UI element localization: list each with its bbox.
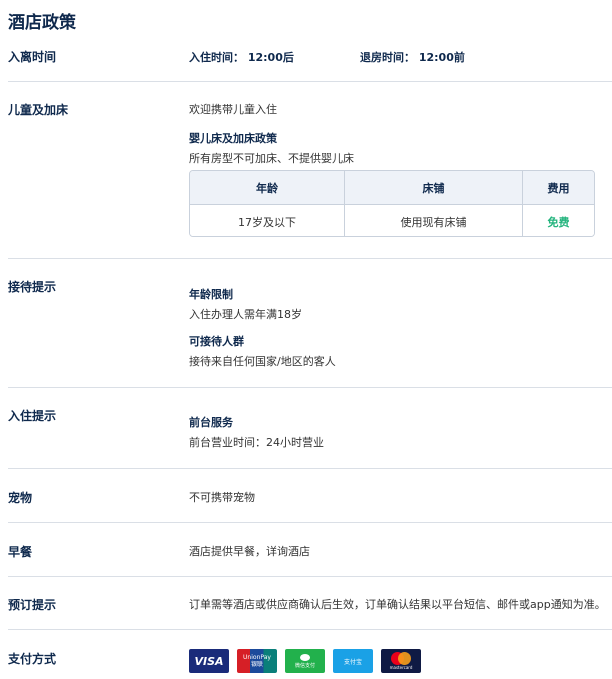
divider (8, 522, 612, 523)
checkin-in-time: 12:00后 (247, 51, 294, 64)
visa-icon: VISA (189, 649, 229, 673)
checkout-time: 12:00前 (418, 51, 465, 64)
divider (8, 387, 612, 388)
front-desk-title: 前台服务 (189, 416, 233, 429)
table-cell-bed: 使用现有床铺 (345, 205, 523, 236)
pets-label: 宠物 (8, 491, 33, 505)
divider (8, 629, 612, 630)
checkin-in-label: 入住时间： (189, 51, 244, 64)
alipay-icon: 支付宝 (333, 649, 373, 673)
breakfast-text: 酒店提供早餐，详询酒店 (189, 545, 310, 558)
payment-methods: VISA UnionPay 银联 微信支付 支付宝 mastercard (189, 649, 421, 673)
checkout-time-value: 退房时间： 12:00前 (360, 49, 465, 65)
divider (8, 81, 612, 82)
table-header-bed: 床铺 (345, 171, 523, 204)
booking-tips-text: 订单需等酒店或供应商确认后生效，订单确认结果以平台短信、邮件或app通知为准。 (189, 598, 606, 611)
visa-logo-text: VISA (194, 654, 224, 668)
table-header-row: 年龄 床铺 费用 (190, 171, 594, 204)
checkout-label: 退房时间： (360, 51, 415, 64)
reception-label: 接待提示 (8, 280, 57, 294)
pets-text: 不可携带宠物 (189, 491, 255, 504)
divider (8, 258, 612, 259)
payment-label: 支付方式 (8, 652, 57, 666)
unionpay-logo-text: UnionPay (243, 654, 271, 661)
mastercard-icon: mastercard (381, 649, 421, 673)
mastercard-text: mastercard (389, 665, 413, 670)
age-limit-title: 年龄限制 (189, 288, 233, 301)
table-header-age: 年龄 (190, 171, 345, 204)
booking-tips-label: 预订提示 (8, 598, 57, 612)
age-limit-text: 入住办理人需年满18岁 (189, 308, 302, 321)
wechat-bubble-icon (300, 653, 310, 661)
children-welcome-text: 欢迎携带儿童入住 (189, 103, 277, 116)
wechat-pay-icon: 微信支付 (285, 649, 325, 673)
unionpay-logo-cn: 银联 (250, 661, 263, 668)
checkin-time-value: 入住时间： 12:00后 (189, 49, 294, 65)
alipay-text: 支付宝 (343, 658, 362, 666)
unionpay-icon: UnionPay 银联 (237, 649, 277, 673)
table-cell-age: 17岁及以下 (190, 205, 345, 236)
front-desk-hours-text: 前台营业时间：24小时营业 (189, 436, 324, 449)
wechat-pay-text: 微信支付 (294, 662, 315, 669)
divider (8, 468, 612, 469)
table-header-fee: 费用 (547, 181, 570, 195)
extra-bed-policy-text: 所有房型不可加床、不提供婴儿床 (189, 152, 354, 165)
divider (8, 576, 612, 577)
children-label: 儿童及加床 (8, 103, 69, 117)
table-cell-fee: 免费 (547, 215, 570, 229)
page-title: 酒店政策 (8, 13, 76, 33)
checkin-time-label: 入离时间 (8, 50, 57, 64)
children-policy-table: 年龄 床铺 费用 17岁及以下 使用现有床铺 免费 (189, 170, 595, 237)
accepted-guests-text: 接待来自任何国家/地区的客人 (189, 355, 336, 368)
checkin-tips-label: 入住提示 (8, 409, 57, 423)
table-row: 17岁及以下 使用现有床铺 免费 (190, 205, 594, 236)
breakfast-label: 早餐 (8, 545, 33, 559)
extra-bed-policy-title: 婴儿床及加床政策 (189, 132, 277, 145)
accepted-guests-title: 可接待人群 (189, 335, 244, 348)
mastercard-circles (391, 652, 411, 665)
